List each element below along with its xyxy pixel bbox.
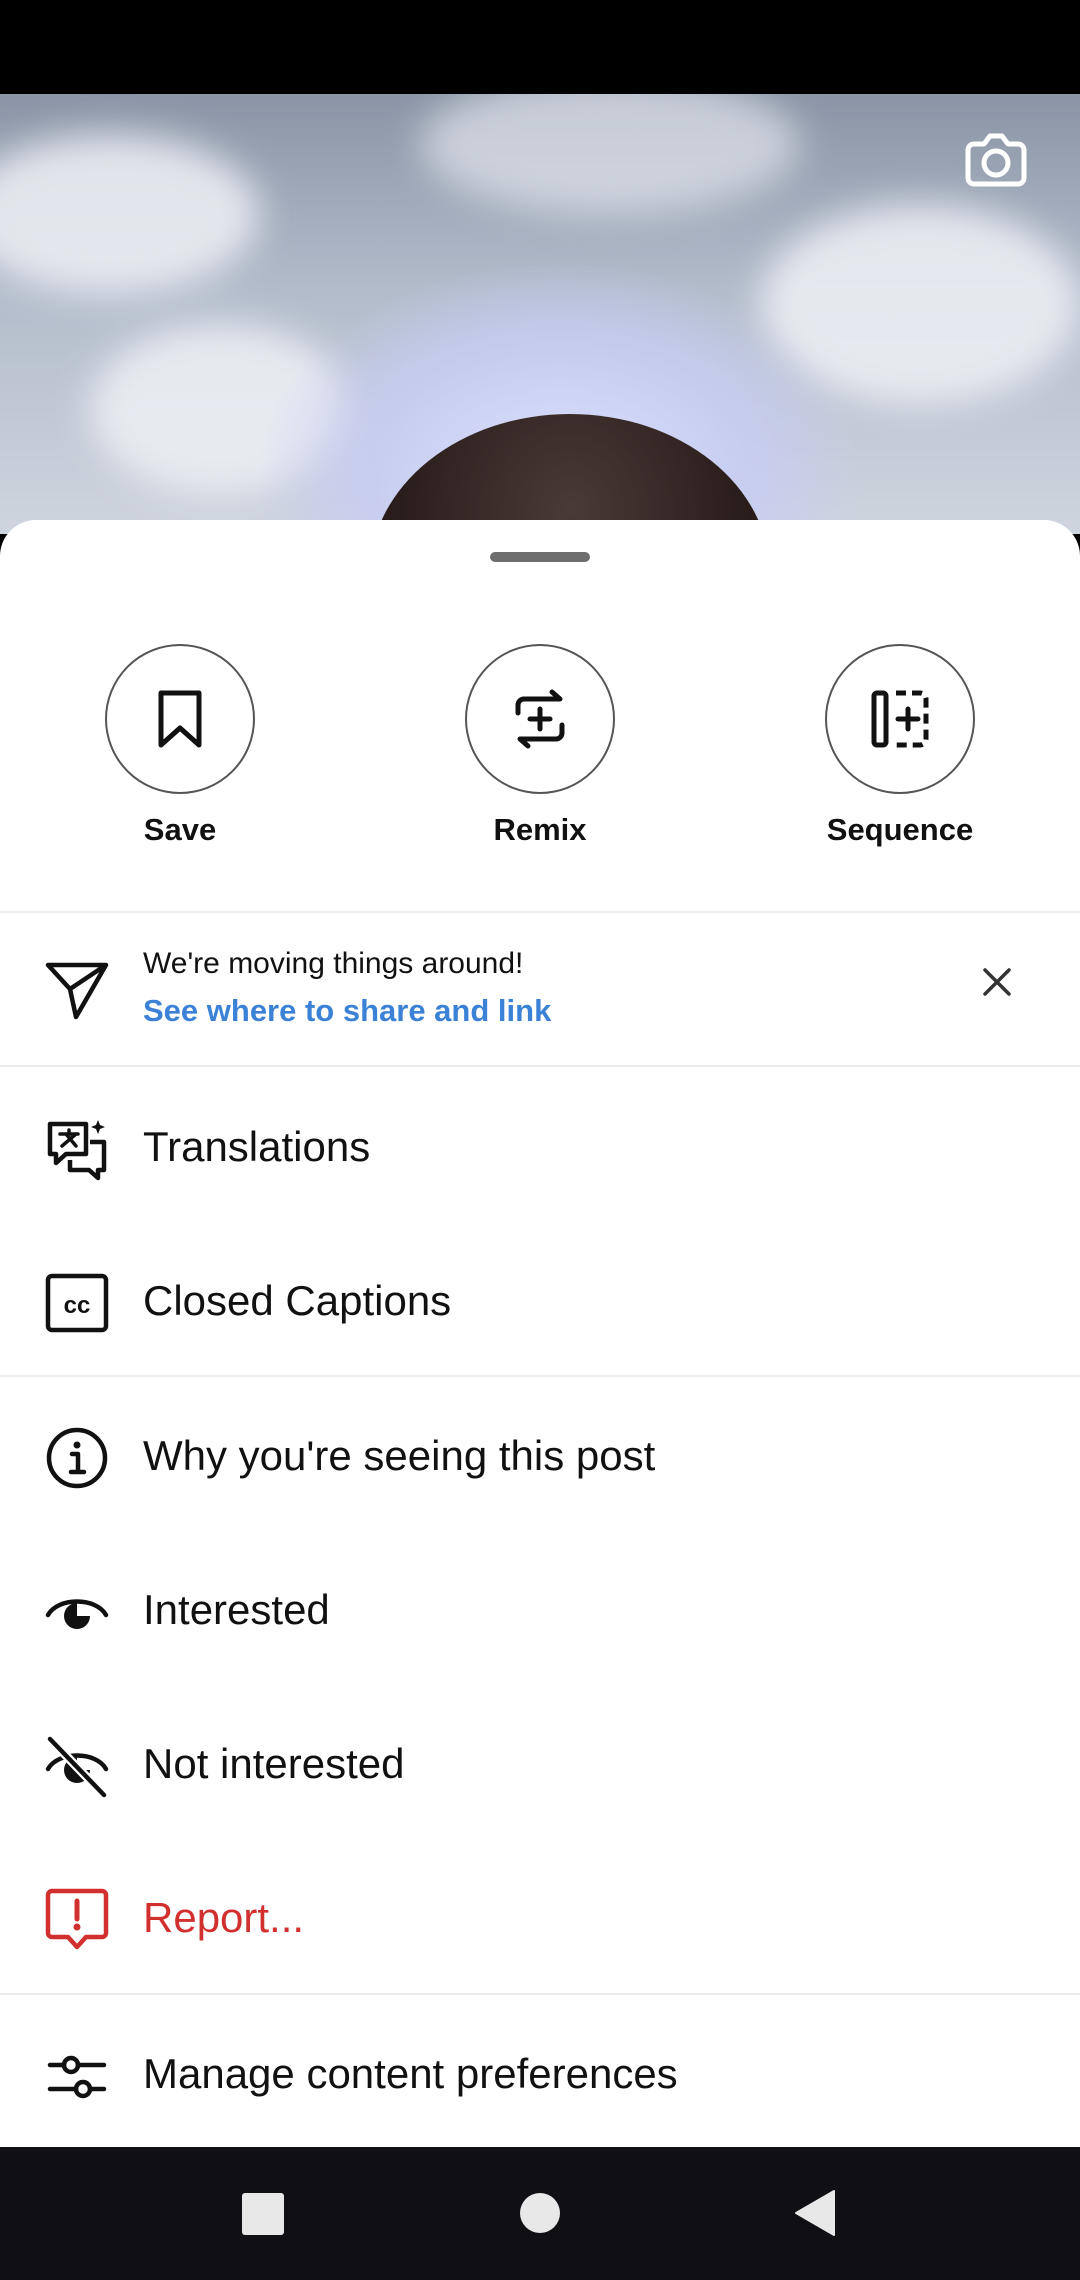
- sheet-drag-handle[interactable]: [490, 552, 590, 562]
- notice-message: We're moving things around!: [143, 947, 524, 980]
- menu-item-not-interested[interactable]: Not interested: [0, 1689, 1080, 1839]
- remix-button[interactable]: Remix: [430, 644, 650, 884]
- menu-item-manage-preferences[interactable]: Manage content preferences: [0, 1999, 1080, 2147]
- menu-item-label: Closed Captions: [143, 1277, 452, 1324]
- save-label: Save: [143, 812, 217, 847]
- menu-item-why-seeing[interactable]: Why you're seeing this post: [0, 1381, 1080, 1531]
- eye-off-icon: [45, 1734, 109, 1799]
- divider: [0, 1375, 1080, 1377]
- closed-captions-icon: cc: [45, 1273, 109, 1333]
- svg-text:cc: cc: [64, 1292, 91, 1319]
- status-bar: [0, 0, 1080, 94]
- remix-label: Remix: [493, 812, 587, 847]
- remix-icon: [515, 689, 565, 749]
- sequence-button[interactable]: Sequence: [790, 644, 1010, 884]
- home-button[interactable]: [518, 2191, 562, 2235]
- translate-icon: [47, 1120, 107, 1181]
- options-bottom-sheet: Save Remix Sequence We're moving things …: [0, 520, 1080, 2147]
- camera-icon[interactable]: [960, 122, 1032, 194]
- share-notice-banner: We're moving things around! See where to…: [0, 913, 1080, 1065]
- divider: [0, 1993, 1080, 1995]
- menu-item-closed-captions[interactable]: cc Closed Captions: [0, 1226, 1080, 1376]
- notice-link[interactable]: See where to share and link: [143, 993, 551, 1029]
- info-icon: [46, 1427, 108, 1489]
- menu-item-report[interactable]: Report...: [0, 1843, 1080, 1993]
- menu-item-interested[interactable]: Interested: [0, 1535, 1080, 1685]
- sequence-label: Sequence: [826, 812, 974, 847]
- menu-item-translations[interactable]: Translations: [0, 1072, 1080, 1222]
- menu-item-label: Manage content preferences: [143, 2050, 678, 2097]
- menu-item-label: Interested: [143, 1586, 330, 1633]
- eye-icon: [45, 1599, 109, 1629]
- bookmark-icon: [158, 690, 202, 748]
- menu-item-label: Translations: [143, 1123, 371, 1170]
- reel-background-image: [0, 94, 1080, 534]
- menu-item-label: Why you're seeing this post: [143, 1432, 656, 1479]
- recents-button[interactable]: [240, 2191, 286, 2237]
- close-icon[interactable]: [975, 960, 1019, 1004]
- divider: [0, 1065, 1080, 1067]
- menu-item-label: Report...: [143, 1894, 305, 1941]
- system-navigation-bar: [0, 2147, 1080, 2280]
- send-icon: [45, 962, 109, 1020]
- back-button[interactable]: [794, 2189, 838, 2237]
- sliders-icon: [47, 2055, 107, 2099]
- report-icon: [45, 1888, 109, 1950]
- save-button[interactable]: Save: [70, 644, 290, 884]
- sequence-icon: [871, 690, 929, 748]
- quick-actions-row: Save Remix Sequence: [0, 644, 1080, 884]
- menu-item-label: Not interested: [143, 1740, 405, 1787]
